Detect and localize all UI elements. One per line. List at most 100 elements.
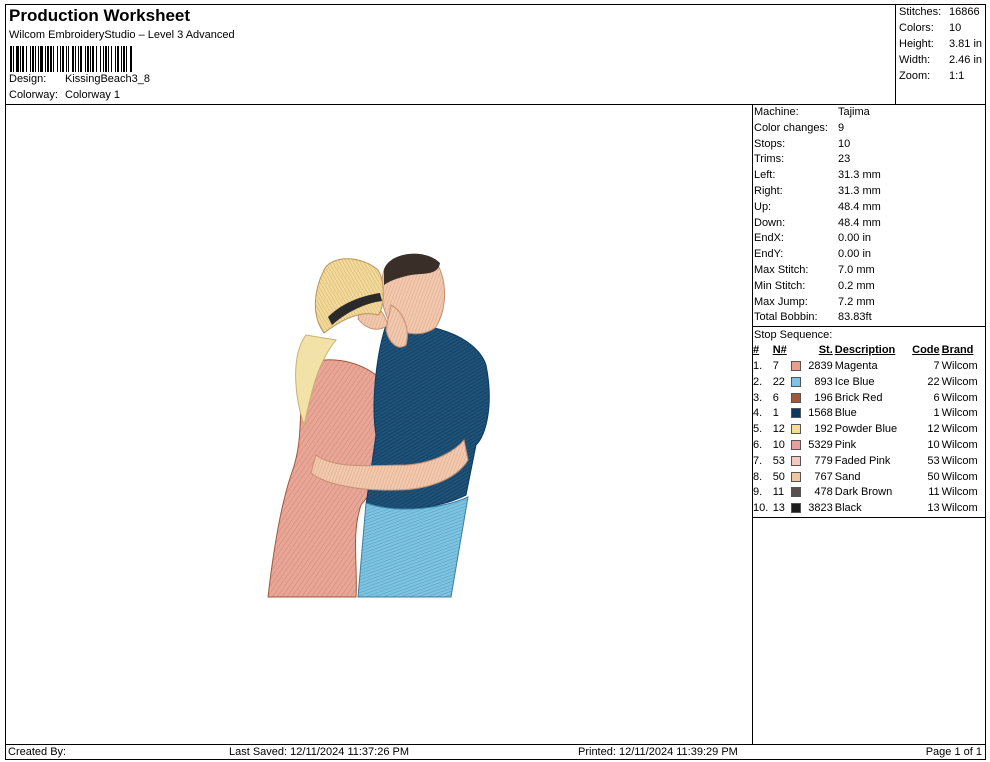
- info-value: 0.2 mm: [838, 279, 875, 292]
- cell-n: 12: [772, 423, 785, 436]
- info-value: 31.3 mm: [838, 184, 881, 197]
- color-swatch: [790, 361, 801, 372]
- info-row: Right: 31.3 mm: [752, 184, 985, 200]
- info-label: Left:: [754, 169, 776, 182]
- info-label: Machine:: [754, 106, 799, 118]
- cell-n: 7: [772, 359, 779, 372]
- color-swatch: [790, 487, 801, 498]
- color-swatch-cell: [790, 438, 804, 454]
- info-value: 48.4 mm: [838, 216, 881, 229]
- worksheet-footer: Created By: Last Saved: 12/11/2024 11:37…: [5, 744, 986, 760]
- cell-idx: 5.: [753, 423, 763, 436]
- col-needle: N#: [772, 344, 787, 357]
- cell-n: 10: [772, 438, 785, 451]
- color-swatch: [790, 440, 801, 451]
- cell-n: 13: [772, 502, 785, 515]
- cell-n: 11: [772, 486, 785, 499]
- cell-brand: Wilcom: [941, 438, 978, 451]
- table-header-row: # N# St. Description Code Brand: [752, 343, 984, 359]
- design-row: Design: KissingBeach3_8: [9, 73, 150, 85]
- machine-info: Machine: Tajima Color changes: 9 Stops: 10 Tri…: [752, 105, 985, 328]
- col-index: #: [753, 344, 760, 357]
- cell-brand: Wilcom: [941, 470, 978, 483]
- cell-desc: Magenta: [834, 359, 878, 372]
- info-row: Color changes: 9: [752, 121, 985, 137]
- info-value: 23: [838, 153, 851, 166]
- cell-code: 12: [927, 423, 940, 436]
- cell-code: 1: [933, 407, 940, 420]
- color-swatch-cell: [790, 454, 804, 470]
- info-row: EndY: 0.00 in: [752, 247, 985, 263]
- cell-desc: Dark Brown: [834, 486, 893, 499]
- cell-brand: Wilcom: [941, 502, 978, 515]
- cell-brand: Wilcom: [941, 391, 978, 404]
- info-label: Min Stitch:: [754, 279, 806, 292]
- software-subtitle: Wilcom EmbroideryStudio – Level 3 Advanc…: [9, 29, 235, 41]
- table-row: 5. 12 192 Powder Blue 12 Wilcom: [752, 422, 984, 438]
- cell-n: 6: [772, 391, 779, 404]
- cell-idx: 2.: [753, 375, 763, 388]
- colorway-label: Colorway:: [9, 89, 58, 101]
- info-value: 48.4 mm: [838, 200, 881, 213]
- cell-idx: 6.: [753, 438, 763, 451]
- info-label: Up:: [754, 200, 772, 213]
- cell-desc: Ice Blue: [834, 375, 875, 388]
- cell-desc: Blue: [834, 407, 857, 420]
- info-row: Left: 31.3 mm: [752, 168, 985, 184]
- couple-figure: [267, 253, 490, 598]
- info-row: EndX: 0.00 in: [752, 231, 985, 247]
- cell-code: 13: [927, 502, 940, 515]
- cell-desc: Faded Pink: [834, 454, 891, 467]
- cell-idx: 9.: [753, 486, 763, 499]
- cell-code: 7: [933, 359, 940, 372]
- page-number: Page 1 of 1: [925, 746, 982, 758]
- cell-desc: Black: [834, 502, 862, 515]
- color-swatch: [790, 408, 801, 419]
- info-label: Total Bobbin:: [754, 311, 818, 324]
- worksheet-header: Production Worksheet Wilcom EmbroiderySt…: [5, 4, 986, 105]
- info-row: Max Jump: 7.2 mm: [752, 295, 985, 311]
- table-row: 8. 50 767 Sand 50 Wilcom: [752, 470, 984, 486]
- color-swatch: [790, 503, 801, 514]
- cell-idx: 1.: [753, 359, 763, 372]
- table-row: 2. 22 893 Ice Blue 22 Wilcom: [752, 375, 984, 391]
- worksheet-body: Machine: Tajima Color changes: 9 Stops: 10 Tri…: [5, 104, 986, 745]
- cell-desc: Powder Blue: [834, 423, 898, 436]
- table-row: 1. 7 2839 Magenta 7 Wilcom: [752, 359, 984, 375]
- info-value: Tajima: [838, 106, 870, 118]
- info-label: Max Jump:: [754, 295, 808, 308]
- cell-n: 50: [772, 470, 785, 483]
- table-row: 9. 11 478 Dark Brown 11 Wilcom: [752, 485, 984, 501]
- cell-st: 196: [814, 391, 833, 404]
- info-row: Min Stitch: 0.2 mm: [752, 279, 985, 295]
- cell-st: 893: [814, 375, 833, 388]
- info-row: Down: 48.4 mm: [752, 216, 985, 232]
- cell-code: 53: [927, 454, 940, 467]
- cell-n: 1: [772, 407, 779, 420]
- color-swatch: [790, 424, 801, 435]
- stat-zoom: Zoom: 1:1: [899, 70, 965, 82]
- info-label: Down:: [754, 216, 786, 229]
- cell-idx: 8.: [753, 470, 763, 483]
- created-by: Created By:: [8, 746, 67, 758]
- color-swatch-cell: [790, 359, 804, 375]
- color-swatch-cell: [790, 406, 804, 422]
- design-info-panel: Machine: Tajima Color changes: 9 Stops: 10 Tri…: [752, 105, 985, 518]
- stop-sequence-label: Stop Sequence:: [754, 329, 833, 342]
- colorway-name: Colorway 1: [65, 89, 121, 101]
- cell-code: 11: [928, 486, 940, 499]
- cell-code: 6: [933, 391, 940, 404]
- cell-desc: Pink: [834, 438, 857, 451]
- info-row: Trims: 23: [752, 152, 985, 168]
- color-swatch: [790, 376, 801, 387]
- info-value: 31.3 mm: [838, 169, 881, 182]
- color-swatch: [790, 392, 801, 403]
- info-label: EndX:: [754, 232, 784, 245]
- stat-width: Width: 2.46 in: [899, 54, 983, 66]
- info-row: Machine: Tajima: [752, 105, 985, 121]
- table-row: 3. 6 196 Brick Red 6 Wilcom: [752, 391, 984, 407]
- cell-brand: Wilcom: [941, 423, 978, 436]
- col-code: Code: [912, 344, 940, 357]
- color-swatch: [790, 455, 801, 466]
- cell-st: 3823: [808, 502, 833, 515]
